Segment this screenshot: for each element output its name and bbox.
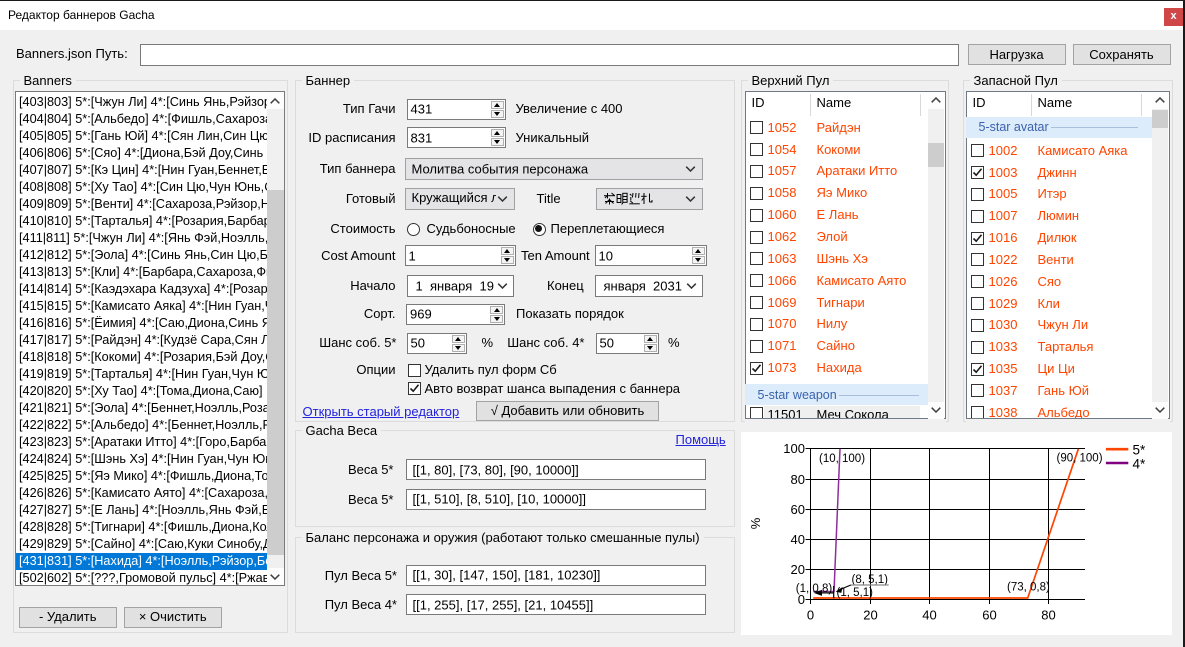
svg-text:80: 80 — [791, 472, 805, 487]
svg-text:0: 0 — [807, 607, 814, 622]
svg-text:80: 80 — [1041, 607, 1055, 622]
svg-text:(10, 100): (10, 100) — [819, 453, 865, 465]
svg-text:60: 60 — [791, 502, 805, 517]
svg-text:20: 20 — [791, 562, 805, 577]
svg-text:(73, 0,8): (73, 0,8) — [1007, 581, 1050, 593]
svg-text:5*: 5* — [1133, 442, 1147, 457]
svg-text:%: % — [748, 517, 763, 529]
svg-text:(8, 5,1): (8, 5,1) — [852, 574, 889, 586]
svg-text:40: 40 — [791, 532, 805, 547]
svg-text:60: 60 — [982, 607, 996, 622]
svg-text:4*: 4* — [1133, 456, 1147, 471]
svg-text:20: 20 — [863, 607, 877, 622]
svg-text:(90, 100): (90, 100) — [1057, 452, 1103, 464]
svg-text:40: 40 — [922, 607, 936, 622]
svg-text:100: 100 — [783, 441, 805, 456]
